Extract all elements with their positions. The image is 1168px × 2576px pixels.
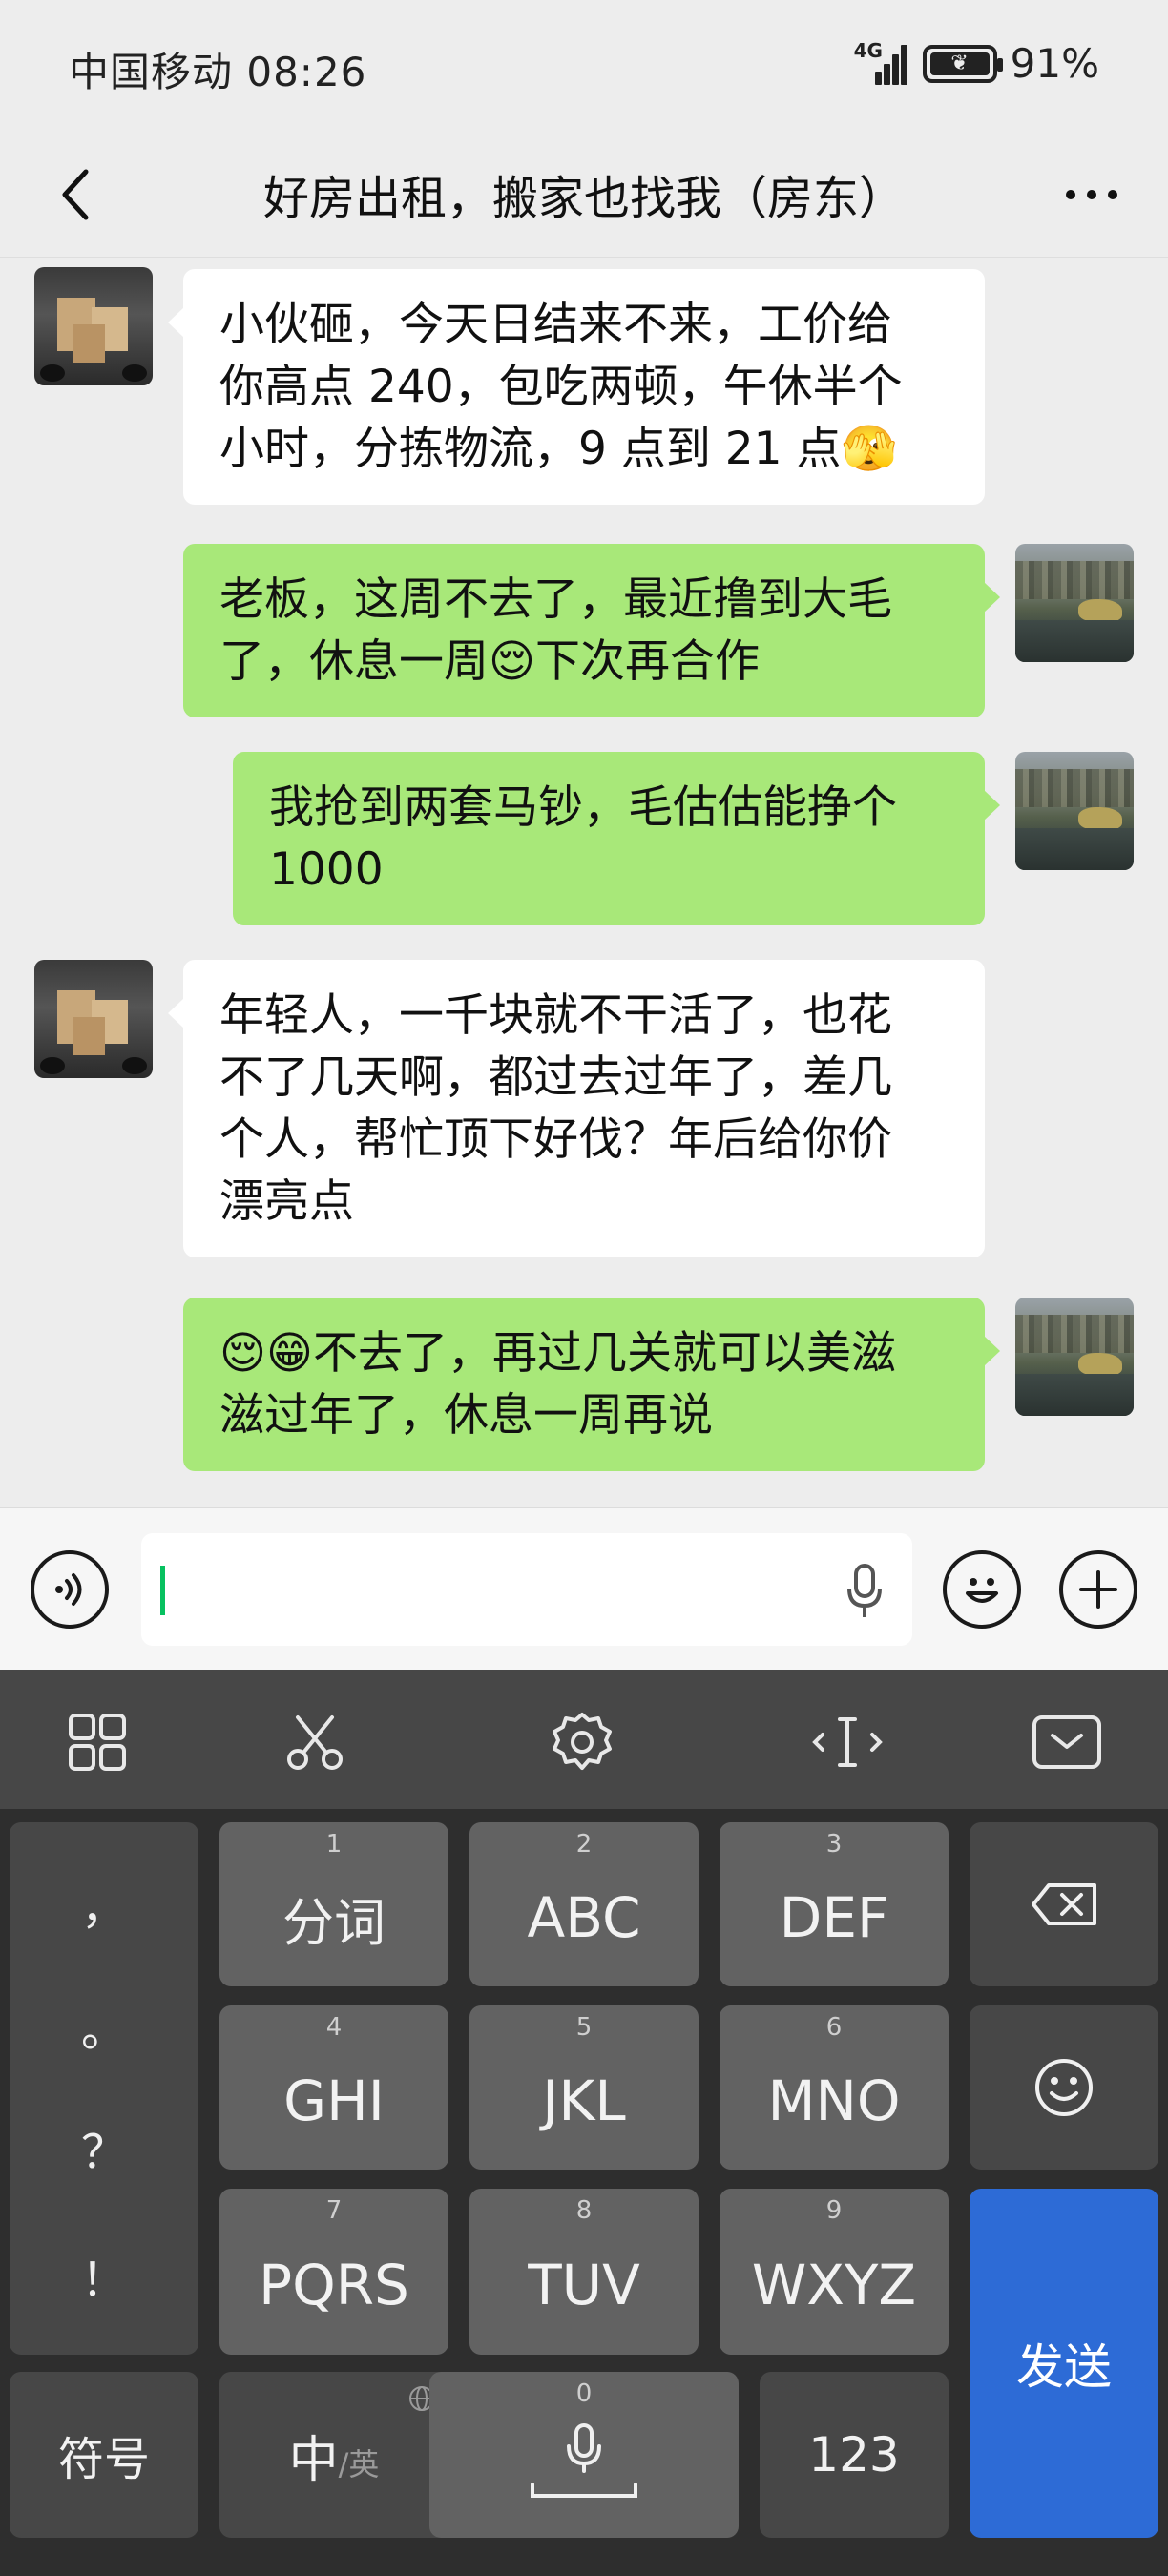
status-bar: 中国移动 08:26 4G ❦ 91%	[0, 0, 1168, 134]
emoji-button[interactable]	[943, 1550, 1021, 1629]
space-key[interactable]: 0	[429, 2372, 739, 2538]
message-input[interactable]	[176, 1533, 824, 1646]
plus-icon	[1079, 1570, 1117, 1609]
smiley-icon	[1035, 2059, 1093, 2116]
battery-percent: 91%	[1010, 40, 1099, 87]
ime-keyboard: ， 。 ？ ！ 1 分词 2 ABC 3 DEF 4 GHI 5 JKL 6 M…	[0, 1670, 1168, 2576]
emoji-key[interactable]	[970, 2005, 1158, 2170]
toolbar-settings-button[interactable]	[544, 1704, 620, 1780]
key-8[interactable]: 8 TUV	[469, 2189, 699, 2355]
smiley-icon	[966, 1578, 998, 1603]
key-4[interactable]: 4 GHI	[219, 2005, 448, 2170]
toolbar-hide-keyboard-button[interactable]	[1029, 1704, 1105, 1780]
avatar-self[interactable]	[1015, 544, 1134, 662]
battery-icon: ❦	[922, 44, 1003, 83]
lang-alternate: /英	[338, 2446, 380, 2483]
backspace-icon	[1032, 1883, 1096, 1925]
text-caret	[160, 1566, 165, 1615]
toolbar-cursor-button[interactable]	[809, 1704, 886, 1780]
key-1[interactable]: 1 分词	[219, 1822, 448, 1986]
carrier-time: 中国移动 08:26	[69, 49, 367, 95]
send-key[interactable]: 发送	[970, 2189, 1158, 2538]
scissors-icon	[287, 1715, 343, 1770]
grid-icon	[69, 1714, 126, 1771]
message-bubble-outgoing[interactable]: 老板，这周不去了，最近撸到大毛 了，休息一周😌下次再合作	[183, 544, 1000, 717]
status-icons: 4G ❦ 91%	[854, 39, 1099, 88]
avatar-landlord[interactable]	[34, 267, 153, 385]
message-bubble-outgoing[interactable]: 😌😁不去了，再过几关就可以美滋 滋过年了，休息一周再说	[183, 1298, 1000, 1471]
avatar-self[interactable]	[1015, 1298, 1134, 1416]
punct-question[interactable]: ？	[10, 2114, 198, 2181]
input-bar	[0, 1507, 1168, 1670]
punct-period[interactable]: 。	[10, 1992, 198, 2059]
message-bubble-incoming[interactable]: 小伙砸，今天日结来不来，工价给 你高点 240，包吃两顿，午休半个 小时，分拣物…	[168, 269, 985, 505]
toolbar-clipboard-button[interactable]	[277, 1704, 353, 1780]
more-button[interactable]	[1053, 160, 1130, 229]
key-5[interactable]: 5 JKL	[469, 2005, 699, 2170]
more-dots-icon	[1066, 190, 1117, 199]
toolbar-menu-button[interactable]	[59, 1704, 136, 1780]
punctuation-column[interactable]: ， 。 ？ ！	[10, 1822, 198, 2355]
key-7[interactable]: 7 PQRS	[219, 2189, 448, 2355]
message-list[interactable]: 小伙砸，今天日结来不来，工价给 你高点 240，包吃两顿，午休半个 小时，分拣物…	[0, 258, 1168, 1507]
signal-icon: 4G	[854, 39, 909, 85]
keyboard-toolbar	[0, 1670, 1168, 1809]
more-functions-button[interactable]	[1059, 1550, 1137, 1629]
key-6[interactable]: 6 MNO	[720, 2005, 949, 2170]
network-type: 4G	[853, 38, 883, 62]
avatar-self[interactable]	[1015, 752, 1134, 870]
voice-icon	[55, 1573, 82, 1606]
collapse-keyboard-icon	[1032, 1715, 1101, 1769]
key-3[interactable]: 3 DEF	[720, 1822, 949, 1986]
message-bubble-incoming[interactable]: 年轻人，一千块就不干活了，也花 不了几天啊，都过去过年了，差几 个人，帮忙顶下好…	[168, 960, 985, 1257]
voice-mode-button[interactable]	[31, 1550, 109, 1629]
send-key-label: 发送	[1016, 2339, 1112, 2395]
text-cursor-icon	[812, 1717, 883, 1767]
microphone-icon[interactable]	[845, 1564, 884, 1621]
avatar-landlord[interactable]	[34, 960, 153, 1078]
gear-icon	[553, 1713, 612, 1770]
symbols-key[interactable]: 符号	[10, 2372, 198, 2538]
backspace-key[interactable]	[970, 1822, 1158, 1986]
lang-current: 中	[288, 2431, 339, 2489]
numeric-key[interactable]: 123	[760, 2372, 949, 2538]
punct-comma[interactable]: ，	[10, 1870, 198, 1937]
message-bubble-outgoing[interactable]: 我抢到两套马钞，毛估估能挣个 1000	[233, 752, 1000, 925]
message-input-field[interactable]	[141, 1533, 912, 1646]
space-microphone-icon	[531, 2423, 637, 2498]
chat-header: 好房出租，搬家也找我（房东）	[0, 134, 1168, 258]
key-2[interactable]: 2 ABC	[469, 1822, 699, 1986]
punct-exclaim[interactable]: ！	[10, 2242, 198, 2309]
key-9[interactable]: 9 WXYZ	[720, 2189, 949, 2355]
chat-title: 好房出租，搬家也找我（房东）	[262, 172, 905, 225]
language-switch-key[interactable]: 中 /英	[219, 2372, 448, 2538]
